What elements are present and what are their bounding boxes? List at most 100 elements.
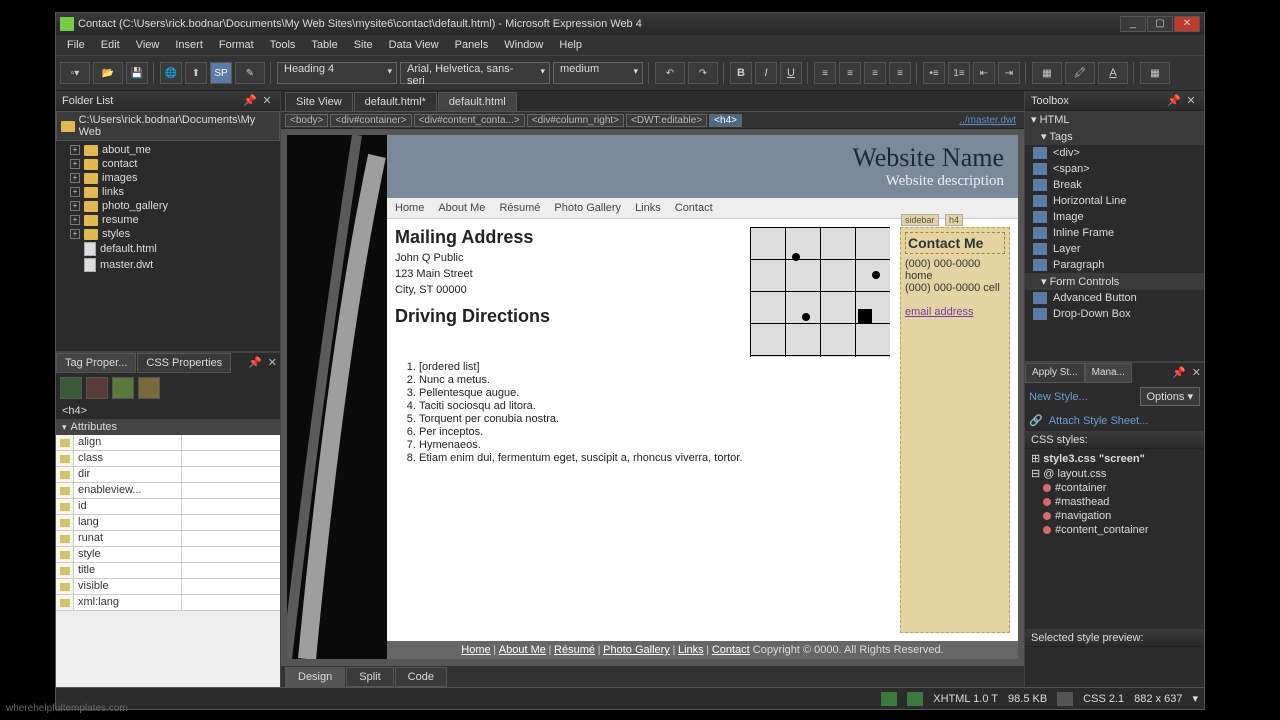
attr-name[interactable]: runat (74, 531, 182, 546)
preview-button[interactable]: 🌐 (160, 62, 182, 84)
attr-name[interactable]: visible (74, 579, 182, 594)
tab-default-dirty[interactable]: default.html* (354, 92, 437, 111)
mailing-heading[interactable]: Mailing Address (395, 227, 738, 248)
indent-button[interactable]: ⇥ (998, 62, 1020, 84)
toolbox-cat-html[interactable]: ▾ HTML (1025, 111, 1204, 128)
pin-icon[interactable]: 📌 (1167, 94, 1181, 108)
undo-button[interactable]: ↶ (655, 62, 685, 84)
pin-icon[interactable]: 📌 (245, 353, 265, 373)
attach-stylesheet-link[interactable]: Attach Style Sheet... (1049, 415, 1149, 427)
underline-button[interactable]: U (780, 62, 802, 84)
tab-css-properties[interactable]: CSS Properties (137, 353, 231, 373)
menu-panels[interactable]: Panels (448, 37, 496, 53)
css-rules-list[interactable]: ⊞ style3.css "screen" ⊟ @ layout.css #co… (1025, 449, 1204, 629)
font-combo[interactable]: Arial, Helvetica, sans-seri (400, 62, 550, 84)
site-name[interactable]: Website Name (401, 143, 1004, 173)
justify-button[interactable]: ≡ (889, 62, 911, 84)
view-code[interactable]: Code (395, 667, 447, 687)
expand-icon[interactable]: + (70, 201, 80, 211)
attr-name[interactable]: enableview... (74, 483, 182, 498)
pin-icon[interactable]: 📌 (1169, 363, 1189, 383)
outdent-button[interactable]: ⇤ (973, 62, 995, 84)
folder-path[interactable]: C:\Users\rick.bodnar\Documents\My Web (56, 111, 280, 141)
status-doctype[interactable]: XHTML 1.0 T (933, 693, 998, 705)
directions-list[interactable]: [ordered list] Nunc a metus. Pellentesqu… (419, 361, 890, 464)
close-button[interactable]: ✕ (1174, 16, 1200, 32)
borders-button[interactable]: ▦ (1032, 62, 1062, 84)
bc-h4[interactable]: <h4> (709, 114, 742, 127)
size-combo[interactable]: medium (553, 62, 643, 84)
footer-link[interactable]: Links (678, 644, 704, 656)
italic-button[interactable]: I (755, 62, 777, 84)
menu-file[interactable]: File (60, 37, 92, 53)
table-button[interactable]: ▦ (1140, 62, 1170, 84)
tab-site-view[interactable]: Site View (285, 92, 353, 111)
attr-name[interactable]: class (74, 451, 182, 466)
group-icon[interactable] (112, 377, 134, 399)
expand-icon[interactable]: + (70, 187, 80, 197)
expand-icon[interactable]: + (70, 173, 80, 183)
bc-dwt[interactable]: <DWT:editable> (626, 114, 707, 127)
toolbox-item[interactable]: Horizontal Line (1025, 193, 1204, 209)
maximize-button[interactable]: ▢ (1147, 16, 1173, 32)
design-canvas[interactable]: Website Name Website description Home Ab… (287, 135, 1018, 659)
events-icon[interactable] (138, 377, 160, 399)
footer-link[interactable]: About Me (499, 644, 546, 656)
nav-about[interactable]: About Me (438, 202, 485, 214)
tree-item[interactable]: resume (102, 214, 139, 226)
expand-icon[interactable]: + (70, 145, 80, 155)
panel-close-icon[interactable]: ✕ (265, 353, 280, 373)
numbers-button[interactable]: 1≡ (948, 62, 970, 84)
style-combo[interactable]: Heading 4 (277, 62, 397, 84)
bullets-button[interactable]: •≡ (923, 62, 945, 84)
footer-link[interactable]: Home (461, 644, 490, 656)
list-item[interactable]: Taciti sociosqu ad litora. (419, 400, 890, 412)
align-right-button[interactable]: ≡ (864, 62, 886, 84)
toolbox-item[interactable]: Inline Frame (1025, 225, 1204, 241)
tab-manage-styles[interactable]: Mana... (1085, 363, 1132, 383)
list-item[interactable]: Pellentesque augue. (419, 387, 890, 399)
nav-gallery[interactable]: Photo Gallery (554, 202, 621, 214)
view-design[interactable]: Design (285, 667, 345, 687)
tree-item[interactable]: photo_gallery (102, 200, 168, 212)
align-center-button[interactable]: ≡ (839, 62, 861, 84)
addr-line[interactable]: 123 Main Street (395, 268, 738, 280)
toolbox-cat-tags[interactable]: ▾ Tags (1025, 128, 1204, 145)
highlight-button[interactable]: 🖍 (1065, 62, 1095, 84)
toolbox-item[interactable]: Image (1025, 209, 1204, 225)
attr-name[interactable]: align (74, 435, 182, 450)
css-rule[interactable]: #container (1055, 482, 1106, 494)
attr-name[interactable]: dir (74, 467, 182, 482)
list-item[interactable]: Hymenaeos. (419, 439, 890, 451)
snapshot-button[interactable]: ✎ (235, 62, 265, 84)
publish-button[interactable]: ⬆ (185, 62, 207, 84)
sidebar-editable[interactable]: sidebar h4 Contact Me (000) 000-0000 hom… (900, 227, 1010, 633)
attr-name[interactable]: title (74, 563, 182, 578)
tree-item[interactable]: links (102, 186, 124, 198)
bc-column[interactable]: <div#column_right> (527, 114, 624, 127)
redo-button[interactable]: ↷ (688, 62, 718, 84)
minimize-button[interactable]: _ (1120, 16, 1146, 32)
menu-window[interactable]: Window (497, 37, 550, 53)
schema-icon[interactable] (907, 692, 923, 706)
compat-icon[interactable] (1057, 692, 1073, 706)
bc-content[interactable]: <div#content_conta...> (414, 114, 525, 127)
filter-icon[interactable] (86, 377, 108, 399)
status-css[interactable]: CSS 2.1 (1083, 693, 1124, 705)
panel-close-icon[interactable]: ✕ (260, 94, 274, 108)
menu-dataview[interactable]: Data View (382, 37, 446, 53)
footer-link[interactable]: Photo Gallery (603, 644, 670, 656)
tree-item[interactable]: images (102, 172, 137, 184)
list-item[interactable]: Etiam enim dui, fermentum eget, suscipit… (419, 452, 890, 464)
tree-item[interactable]: about_me (102, 144, 151, 156)
sidebar-heading[interactable]: Contact Me (905, 232, 1005, 254)
titlebar[interactable]: Contact (C:\Users\rick.bodnar\Documents\… (56, 13, 1204, 35)
master-link[interactable]: ../master.dwt (959, 115, 1020, 126)
expand-icon[interactable]: + (70, 229, 80, 239)
menu-insert[interactable]: Insert (168, 37, 210, 53)
tab-default[interactable]: default.html (438, 92, 517, 111)
menu-view[interactable]: View (129, 37, 167, 53)
list-item[interactable]: Nunc a metus. (419, 374, 890, 386)
fontcolor-button[interactable]: A (1098, 62, 1128, 84)
pin-icon[interactable]: 📌 (243, 94, 257, 108)
